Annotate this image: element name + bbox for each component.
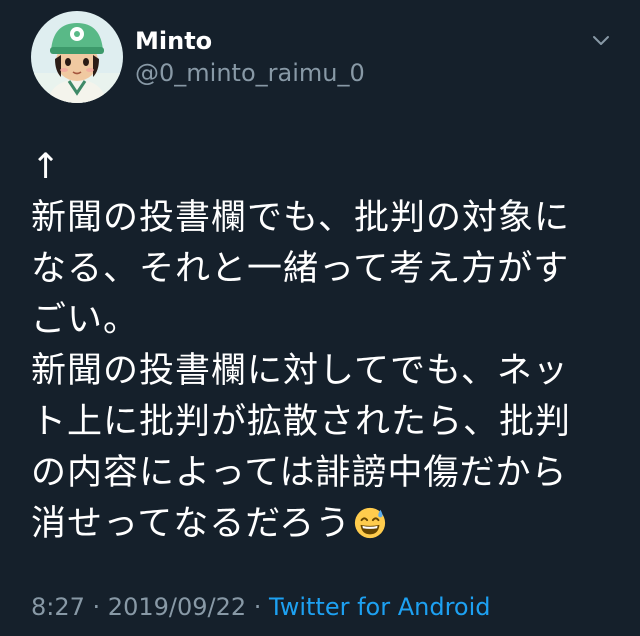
tweet-line: ト上に批判が拡散されたら、批判	[31, 402, 572, 442]
chevron-down-icon	[593, 36, 609, 45]
tweet-line: の内容によっては誹謗中傷だから	[31, 453, 568, 493]
tweet-line: 新聞の投書欄でも、批判の対象に	[31, 198, 570, 238]
tweet-date: 2019/09/22	[107, 593, 247, 621]
tweet: Minto @0_minto_raimu_0 ↑ 新聞の投書欄でも、批判の対象に…	[0, 0, 640, 636]
avatar[interactable]	[31, 11, 123, 103]
grinning-face-with-sweat-emoji	[355, 507, 386, 539]
tweet-time: 8:27	[31, 593, 85, 621]
tweet-line: ↑	[31, 147, 62, 187]
tweet-menu-button[interactable]	[588, 28, 614, 54]
tweet-line: 消せってなるだろう	[31, 504, 352, 544]
user-handle[interactable]: @0_minto_raimu_0	[135, 58, 365, 88]
meta-separator: ·	[84, 593, 108, 621]
villager-avatar-icon	[31, 11, 123, 103]
display-name[interactable]: Minto	[135, 26, 212, 56]
tweet-text: ↑ 新聞の投書欄でも、批判の対象に なる、それと一緒って考え方がす ごい。 新聞…	[31, 142, 611, 550]
tweet-meta: 8:27 · 2019/09/22 · Twitter for Android	[31, 592, 491, 622]
tweet-line: 新聞の投書欄に対してでも、ネッ	[31, 351, 569, 391]
tweet-source-link[interactable]: Twitter for Android	[269, 593, 490, 621]
tweet-line: ごい。	[31, 300, 140, 340]
tweet-line: なる、それと一緒って考え方がす	[31, 249, 570, 289]
meta-separator: ·	[246, 593, 270, 621]
